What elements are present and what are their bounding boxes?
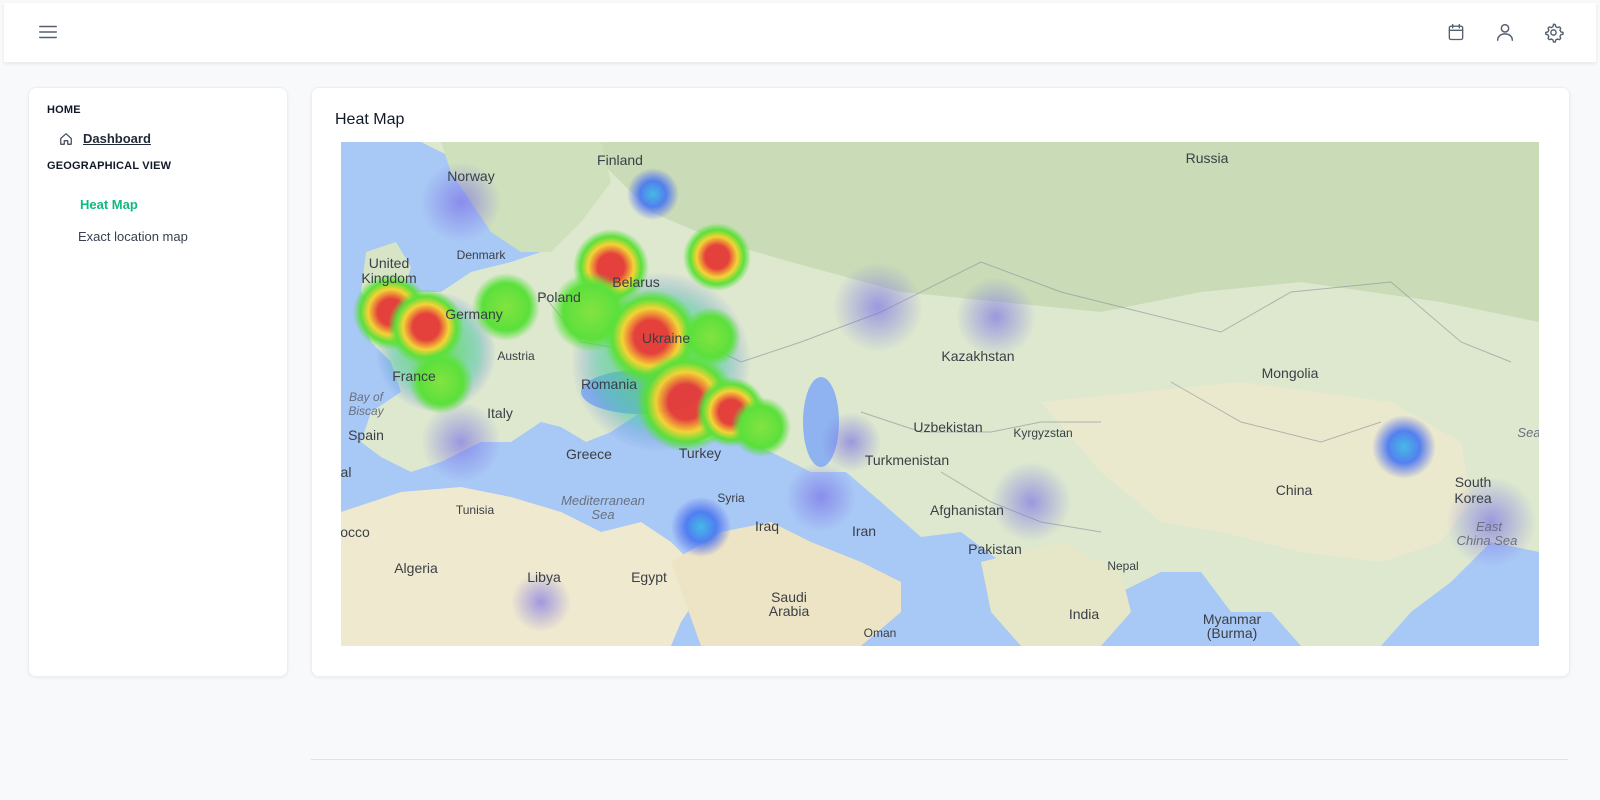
map-label: Algeria xyxy=(394,560,438,576)
map-label: Mediterranean xyxy=(561,493,645,508)
map-label: Tunisia xyxy=(456,503,495,517)
map-label: Bay of xyxy=(349,390,385,404)
map-label: Sea xyxy=(1517,425,1539,440)
map-label: occo xyxy=(341,524,370,540)
map-label: Germany xyxy=(445,306,503,322)
map-label: Turkey xyxy=(679,445,721,461)
map-label: (Burma) xyxy=(1207,625,1258,641)
map-label: India xyxy=(1069,606,1100,622)
map-label: Kyrgyzstan xyxy=(1013,426,1072,440)
map-label: Spain xyxy=(348,427,384,443)
map-label: Norway xyxy=(447,168,494,184)
map-label: Egypt xyxy=(631,569,667,585)
map-label: Afghanistan xyxy=(930,502,1004,518)
map-label: Kingdom xyxy=(361,270,416,286)
map-label: United xyxy=(369,255,409,271)
map-label: Korea xyxy=(1454,490,1492,506)
map-label: Austria xyxy=(497,349,535,363)
sidebar-item-dashboard[interactable]: Dashboard xyxy=(59,131,151,146)
sidebar-item-exact-location-map[interactable]: Exact location map xyxy=(78,229,188,244)
map-label: East xyxy=(1476,519,1503,534)
map-label: Kazakhstan xyxy=(941,348,1014,364)
map-label: Uzbekistan xyxy=(913,419,982,435)
map-label: Iran xyxy=(852,523,876,539)
map-label: Greece xyxy=(566,446,612,462)
map-label: Denmark xyxy=(457,248,507,262)
map-label: Italy xyxy=(487,405,513,421)
map-label: Iraq xyxy=(755,518,779,534)
map-label: China xyxy=(1276,482,1313,498)
map-label: Pakistan xyxy=(968,541,1022,557)
map-label: France xyxy=(392,368,436,384)
map-label: Russia xyxy=(1186,150,1229,166)
map-label: Oman xyxy=(864,626,897,640)
gear-icon[interactable] xyxy=(1539,18,1567,46)
map-label: Mongolia xyxy=(1262,365,1319,381)
map-label: Ukraine xyxy=(642,330,690,346)
sidebar-item-label: Dashboard xyxy=(83,131,151,146)
content-card: Heat Map Finland Russia Norway Denmark U… xyxy=(311,87,1570,677)
map-label: Biscay xyxy=(348,404,384,418)
map-label: Finland xyxy=(597,152,643,168)
map-label: South xyxy=(1455,474,1492,490)
map-label: Libya xyxy=(527,569,561,585)
map-label: Sea xyxy=(591,507,614,522)
sidebar-item-heat-map[interactable]: Heat Map xyxy=(80,197,138,212)
map-label: al xyxy=(341,464,351,480)
map-label: Arabia xyxy=(769,603,810,619)
footer-divider xyxy=(311,759,1568,760)
section-home: HOME xyxy=(47,104,81,116)
map-label: Belarus xyxy=(612,274,659,290)
top-navbar xyxy=(4,3,1596,63)
map-label: Turkmenistan xyxy=(865,452,949,468)
home-icon xyxy=(60,132,72,145)
heat-map[interactable]: Finland Russia Norway Denmark United Kin… xyxy=(341,142,1539,646)
map-label: Syria xyxy=(717,491,745,505)
map-label: China Sea xyxy=(1457,533,1518,548)
map-label: Poland xyxy=(537,289,581,305)
calendar-icon[interactable] xyxy=(1442,18,1470,46)
user-icon[interactable] xyxy=(1491,18,1519,46)
page-title: Heat Map xyxy=(335,111,405,128)
map-label: Nepal xyxy=(1107,559,1138,573)
map-canvas: Finland Russia Norway Denmark United Kin… xyxy=(341,142,1539,646)
section-geographical-view: GEOGRAPHICAL VIEW xyxy=(47,160,172,172)
hamburger-menu-icon[interactable] xyxy=(34,18,62,46)
map-label: Romania xyxy=(581,376,637,392)
sidebar: HOME Dashboard GEOGRAPHICAL VIEW Heat Ma… xyxy=(28,87,288,677)
